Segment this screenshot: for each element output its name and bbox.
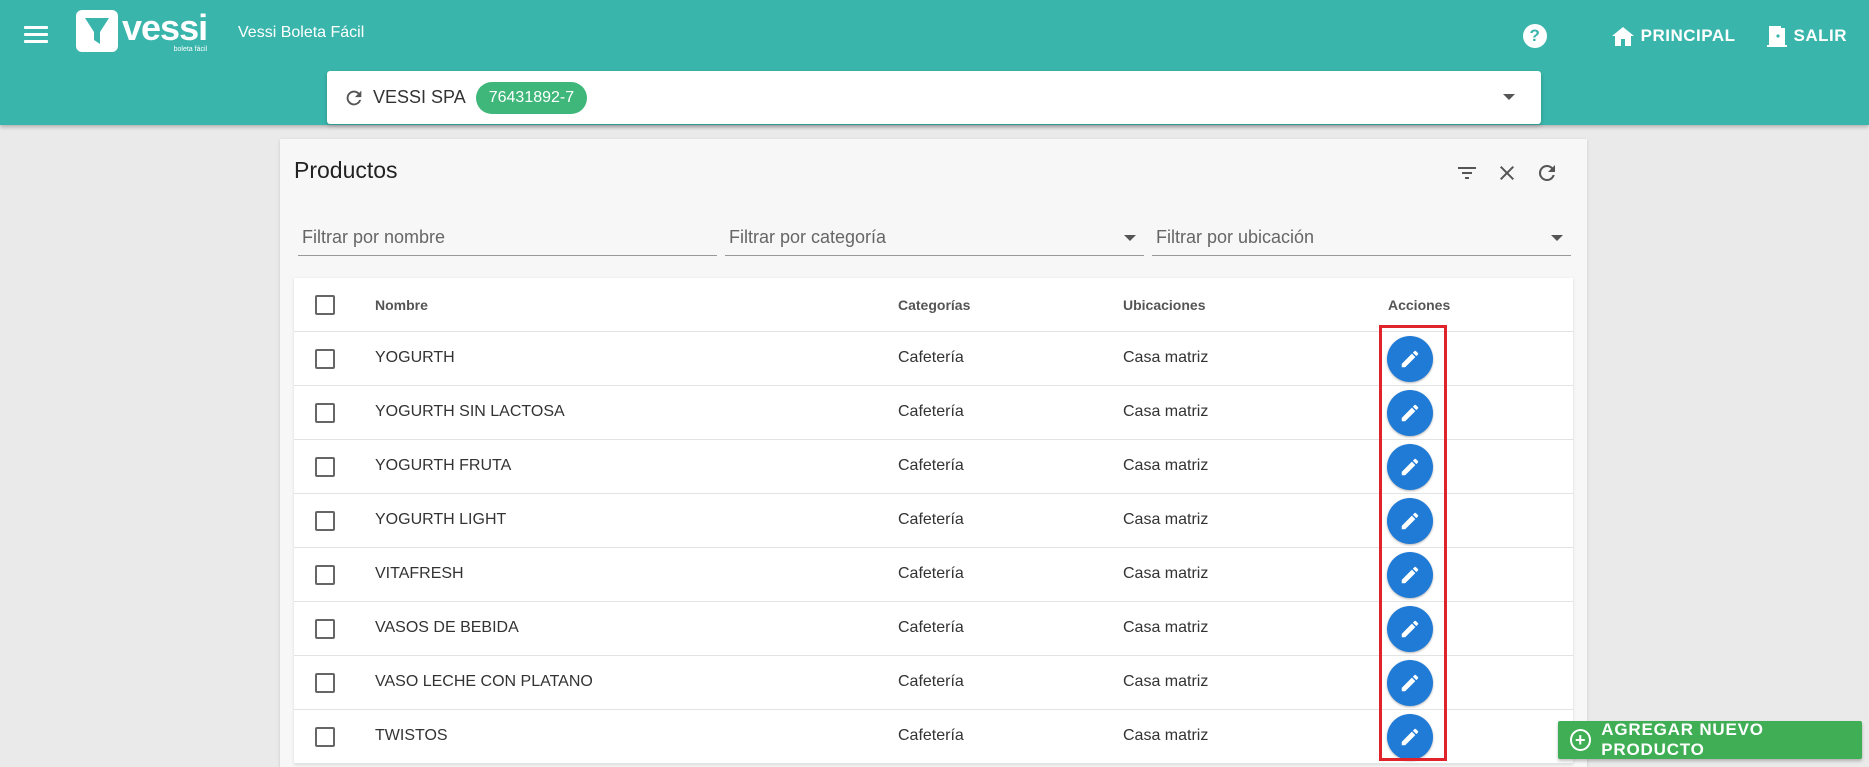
product-name: VITAFRESH	[375, 565, 464, 582]
pencil-icon	[1401, 512, 1419, 530]
product-location: Casa matriz	[1123, 673, 1209, 690]
filter-icon[interactable]	[1455, 161, 1479, 185]
products-card: Productos Filtrar por nombre Filtrar por…	[280, 139, 1587, 767]
product-name: YOGURTH	[375, 349, 455, 366]
column-header-acciones: Acciones	[1388, 297, 1451, 313]
table-header: Nombre Categorías Ubicaciones Acciones	[294, 278, 1573, 332]
product-name: YOGURTH SIN LACTOSA	[375, 403, 565, 420]
pencil-icon	[1401, 674, 1419, 692]
select-all-checkbox[interactable]	[315, 295, 335, 315]
row-checkbox[interactable]	[315, 673, 335, 693]
table-row: YOGURTH FRUTA Cafetería Casa matriz	[294, 440, 1573, 494]
column-header-nombre[interactable]: Nombre	[375, 297, 428, 313]
product-location: Casa matriz	[1123, 727, 1209, 744]
product-location: Casa matriz	[1123, 565, 1209, 582]
company-name: VESSI SPA	[373, 87, 466, 107]
company-selector[interactable]: VESSI SPA 76431892-7	[327, 71, 1541, 124]
add-product-button[interactable]: + AGREGAR NUEVO PRODUCTO	[1558, 720, 1862, 759]
menu-icon[interactable]	[22, 22, 50, 50]
chevron-down-icon	[1551, 235, 1563, 241]
salir-button[interactable]: SALIR	[1766, 24, 1848, 48]
pencil-icon	[1401, 620, 1419, 638]
home-icon	[1611, 27, 1634, 46]
category-filter-placeholder: Filtrar por categoría	[729, 227, 887, 247]
add-product-label: AGREGAR NUEVO PRODUCTO	[1601, 720, 1764, 759]
row-checkbox[interactable]	[315, 403, 335, 423]
logo-text: vessi	[122, 7, 208, 48]
exit-door-icon	[1766, 26, 1787, 47]
row-checkbox[interactable]	[315, 457, 335, 477]
table-row: YOGURTH Cafetería Casa matriz	[294, 332, 1573, 386]
edit-button[interactable]	[1387, 498, 1433, 544]
product-name: YOGURTH FRUTA	[375, 457, 512, 474]
pencil-icon	[1401, 458, 1419, 476]
pencil-icon	[1401, 404, 1419, 422]
product-category: Cafetería	[898, 565, 964, 582]
product-location: Casa matriz	[1123, 349, 1209, 366]
row-checkbox[interactable]	[315, 727, 335, 747]
row-checkbox[interactable]	[315, 565, 335, 585]
table-row: YOGURTH LIGHT Cafetería Casa matriz	[294, 494, 1573, 548]
table-row: VASOS DE BEBIDA Cafetería Casa matriz	[294, 602, 1573, 656]
refresh-icon[interactable]	[343, 87, 365, 109]
table-row: TWISTOS Cafetería Casa matriz	[294, 710, 1573, 764]
product-category: Cafetería	[898, 457, 964, 474]
edit-button[interactable]	[1387, 606, 1433, 652]
principal-button[interactable]: PRINCIPAL	[1611, 25, 1736, 47]
category-filter-select[interactable]: Filtrar por categoría	[725, 219, 1144, 256]
pencil-icon	[1401, 566, 1419, 584]
edit-button[interactable]	[1387, 390, 1433, 436]
table-row: VASO LECHE CON PLATANO Cafetería Casa ma…	[294, 656, 1573, 710]
logo-subtext: boleta fácil	[173, 46, 208, 53]
column-header-categorias[interactable]: Categorías	[898, 297, 970, 313]
location-filter-placeholder: Filtrar por ubicación	[1156, 227, 1315, 247]
location-filter-select[interactable]: Filtrar por ubicación	[1152, 219, 1571, 256]
pencil-icon	[1401, 350, 1419, 368]
principal-label: PRINCIPAL	[1640, 26, 1736, 45]
product-category: Cafetería	[898, 673, 964, 690]
product-name: TWISTOS	[375, 727, 448, 744]
product-category: Cafetería	[898, 511, 964, 528]
plus-circle-icon: +	[1570, 729, 1592, 751]
table-row: YOGURTH SIN LACTOSA Cafetería Casa matri…	[294, 386, 1573, 440]
row-checkbox[interactable]	[315, 619, 335, 639]
row-checkbox[interactable]	[315, 349, 335, 369]
table-row: VITAFRESH Cafetería Casa matriz	[294, 548, 1573, 602]
product-category: Cafetería	[898, 619, 964, 636]
refresh-icon[interactable]	[1535, 161, 1559, 185]
page-title: Productos	[294, 157, 398, 183]
name-filter-input[interactable]: Filtrar por nombre	[298, 219, 717, 256]
help-icon[interactable]: ?	[1522, 24, 1547, 48]
edit-button[interactable]	[1387, 714, 1433, 760]
edit-button[interactable]	[1387, 660, 1433, 706]
product-category: Cafetería	[898, 727, 964, 744]
product-category: Cafetería	[898, 403, 964, 420]
vessi-logo[interactable]: vessi boleta fácil	[76, 7, 208, 53]
product-name: VASOS DE BEBIDA	[375, 619, 519, 636]
product-name: YOGURTH LIGHT	[375, 511, 507, 528]
header-actions: ? PRINCIPAL SALIR	[1522, 20, 1848, 52]
product-location: Casa matriz	[1123, 457, 1209, 474]
row-checkbox[interactable]	[315, 511, 335, 531]
card-toolbar	[1439, 161, 1559, 185]
chevron-down-icon	[1124, 235, 1136, 241]
rut-chip: 76431892-7	[475, 81, 588, 114]
chevron-down-icon[interactable]	[1503, 94, 1515, 100]
app-name: Vessi Boleta Fácil	[238, 24, 365, 41]
product-location: Casa matriz	[1123, 511, 1209, 528]
product-location: Casa matriz	[1123, 619, 1209, 636]
column-header-ubicaciones[interactable]: Ubicaciones	[1123, 297, 1205, 313]
close-icon[interactable]	[1495, 161, 1519, 185]
edit-button[interactable]	[1387, 552, 1433, 598]
edit-button[interactable]	[1387, 444, 1433, 490]
product-name: VASO LECHE CON PLATANO	[375, 673, 593, 690]
edit-button[interactable]	[1387, 336, 1433, 382]
name-filter-placeholder: Filtrar por nombre	[302, 227, 446, 247]
logo-mark-icon	[76, 10, 118, 52]
products-table: Nombre Categorías Ubicaciones Acciones Y…	[294, 278, 1573, 764]
pencil-icon	[1401, 728, 1419, 746]
product-category: Cafetería	[898, 349, 964, 366]
salir-label: SALIR	[1793, 26, 1847, 45]
product-location: Casa matriz	[1123, 403, 1209, 420]
